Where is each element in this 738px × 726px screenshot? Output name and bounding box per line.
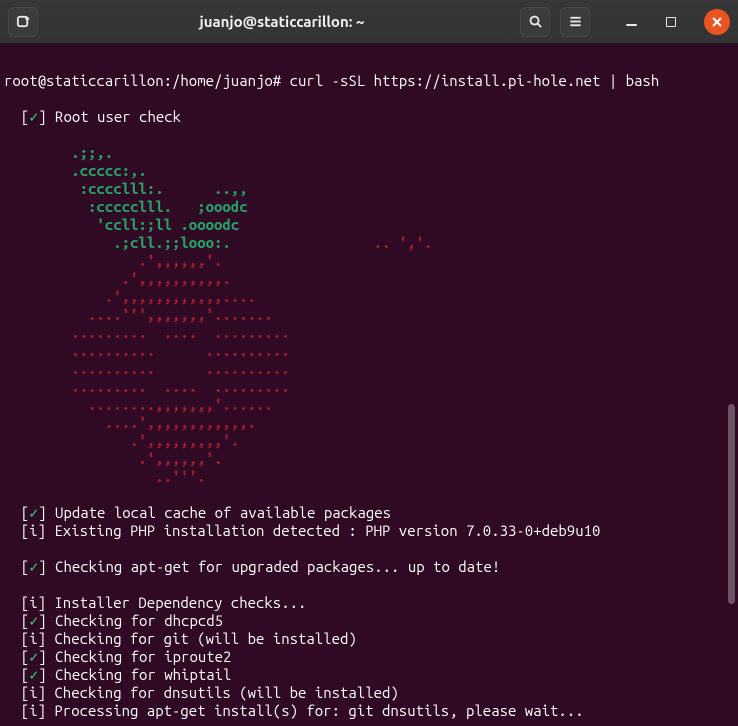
iproute2-text: Checking for iproute2 xyxy=(55,648,231,665)
status-row: [i] Checking for git (will be installed) xyxy=(4,630,357,647)
dep-checks-text: Installer Dependency checks... xyxy=(54,594,306,611)
check-icon: ✓ xyxy=(29,108,38,125)
ascii-line: .',,,,,,'. xyxy=(4,450,222,467)
prompt-line: root@staticcarillon:/home/juanjo# curl -… xyxy=(4,72,659,89)
check-icon: ✓ xyxy=(29,558,38,575)
ascii-logo-green: .;;,. .ccccc:,. :cccclll:. ..,, :cccccll… xyxy=(4,144,248,251)
status-row: [✓] Checking apt-get for upgraded packag… xyxy=(4,558,500,575)
ascii-line: .',,,,,,,,,,,,.... xyxy=(4,288,256,305)
apt-upgraded-text: Checking apt-get for upgraded packages..… xyxy=(55,558,500,575)
ascii-line: .......... .......... xyxy=(4,342,290,359)
check-icon: ✓ xyxy=(29,648,38,665)
ascii-line: 'ccll:;ll .oooodc xyxy=(4,216,239,233)
maximize-button[interactable] xyxy=(666,17,676,27)
ascii-line: ......... .... ......... xyxy=(4,378,290,395)
terminal-output: root@staticcarillon:/home/juanjo# curl -… xyxy=(0,48,738,720)
php-detected-text: Existing PHP installation detected : PHP… xyxy=(54,522,600,539)
scrollbar-thumb[interactable] xyxy=(728,404,735,604)
ascii-line: .',,,,,,'. xyxy=(4,252,222,269)
prompt-user-host: root@staticcarillon xyxy=(4,72,164,89)
status-row: [✓] Checking for dhcpcd5 xyxy=(4,612,223,629)
ascii-line: .ccccc:,. xyxy=(4,162,147,179)
update-cache-text: Update local cache of available packages xyxy=(55,504,391,521)
check-icon: ✓ xyxy=(29,666,38,683)
window-title: juanjo@staticcarillon: ~ xyxy=(50,13,514,30)
ascii-line: .',,,,,,,,,,. xyxy=(4,270,231,287)
status-row: [✓] Root user check xyxy=(4,108,181,125)
prompt-command: curl -sSL https://install.pi-hole.net | … xyxy=(281,72,659,89)
dhcpcd5-text: Checking for dhcpcd5 xyxy=(55,612,223,629)
status-row: [✓] Checking for whiptail xyxy=(4,666,231,683)
minimize-button[interactable] xyxy=(624,15,638,29)
status-row: [i] Checking for dnsutils (will be insta… xyxy=(4,684,399,701)
check-icon: ✓ xyxy=(29,612,38,629)
terminal-body[interactable]: root@staticcarillon:/home/juanjo# curl -… xyxy=(0,44,738,726)
status-row: [✓] Checking for iproute2 xyxy=(4,648,231,665)
root-check-text: Root user check xyxy=(55,108,181,125)
git-text: Checking for git (will be installed) xyxy=(54,630,356,647)
status-row: [i] Processing apt-get install(s) for: g… xyxy=(4,702,584,719)
ascii-line: .;cll.;;looo:. xyxy=(4,234,231,251)
hamburger-icon xyxy=(568,14,583,29)
ascii-line: ....',,,,,,,,,,,,. xyxy=(4,414,256,431)
ascii-line: .;;,. xyxy=(4,144,113,161)
ascii-line: ....''',,,,,,,'....... xyxy=(4,306,273,323)
new-tab-button[interactable] xyxy=(8,7,38,37)
status-row: [✓] Update local cache of available pack… xyxy=(4,504,391,521)
search-icon xyxy=(528,14,543,29)
ascii-line: ..'''. xyxy=(4,468,206,485)
ascii-line: .. ','. xyxy=(231,234,433,251)
search-button[interactable] xyxy=(520,7,550,37)
ascii-line: ........,,,,,,,'...... xyxy=(4,396,273,413)
check-icon: ✓ xyxy=(29,504,38,521)
ascii-line: :ccccclll. ;ooodc xyxy=(4,198,248,215)
ascii-logo-red: .. ','. .',,,,,,'. .',,,,,,,,,,. .',,,,,… xyxy=(4,234,432,485)
processing-text: Processing apt-get install(s) for: git d… xyxy=(54,702,583,719)
menu-button[interactable] xyxy=(560,7,590,37)
ascii-line: .......... .......... xyxy=(4,360,290,377)
status-row: [i] Installer Dependency checks... xyxy=(4,594,306,611)
ascii-line: .',,,,,,,,,'. xyxy=(4,432,239,449)
status-row: [i] Existing PHP installation detected :… xyxy=(4,522,600,539)
titlebar-right xyxy=(520,7,730,37)
whiptail-text: Checking for whiptail xyxy=(55,666,231,683)
ascii-line: ......... .... ......... xyxy=(4,324,290,341)
close-icon xyxy=(711,16,723,28)
titlebar: juanjo@staticcarillon: ~ xyxy=(0,0,738,44)
prompt-path: :/home/juanjo# xyxy=(164,72,282,89)
new-tab-icon xyxy=(16,14,31,29)
close-button[interactable] xyxy=(704,9,730,35)
ascii-line: :cccclll:. ..,, xyxy=(4,180,248,197)
minimize-icon xyxy=(626,24,637,26)
dnsutils-text: Checking for dnsutils (will be installed… xyxy=(54,684,398,701)
